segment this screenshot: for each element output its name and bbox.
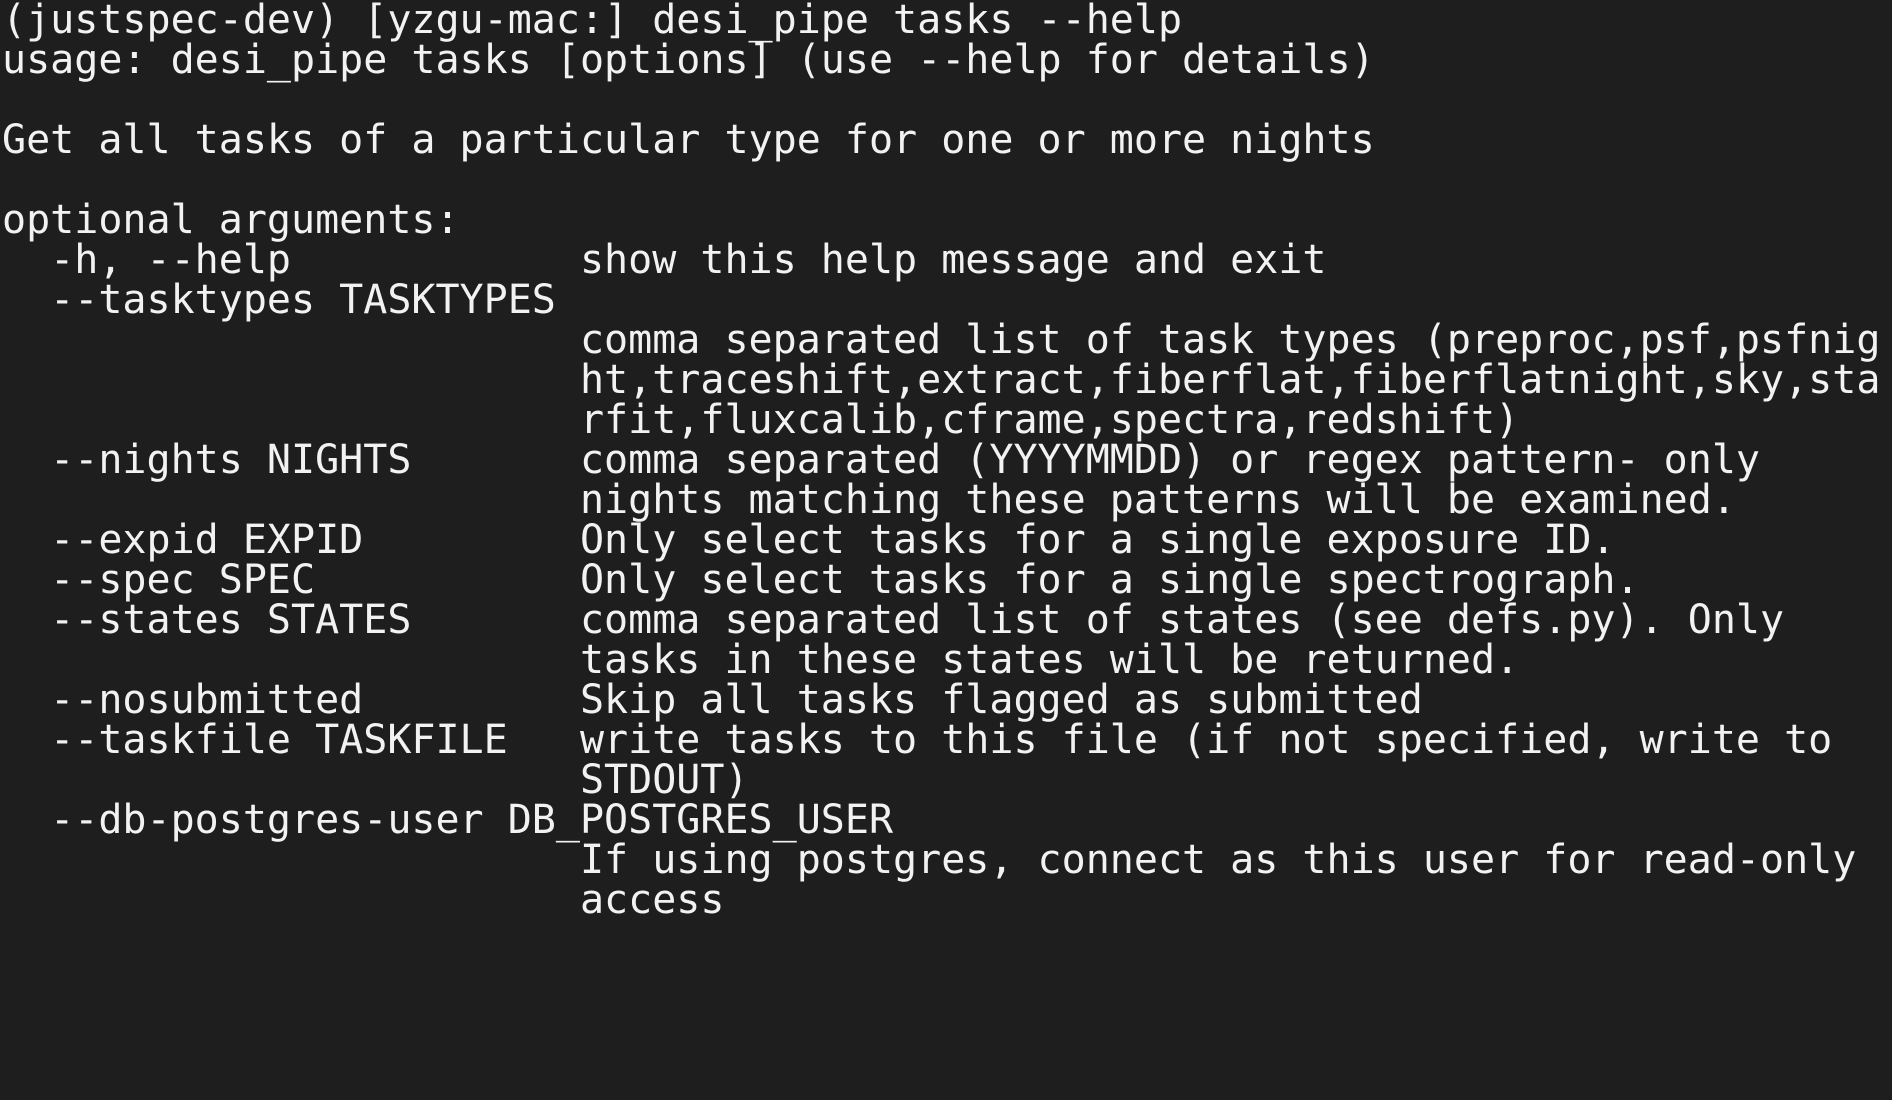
option-description-line: access bbox=[2, 877, 725, 923]
usage-line: usage: desi_pipe tasks [options] (use --… bbox=[2, 37, 1375, 83]
description-line: Get all tasks of a particular type for o… bbox=[2, 117, 1375, 163]
terminal-window[interactable]: (justspec-dev) [yzgu-mac:] desi_pipe tas… bbox=[0, 0, 1892, 1100]
